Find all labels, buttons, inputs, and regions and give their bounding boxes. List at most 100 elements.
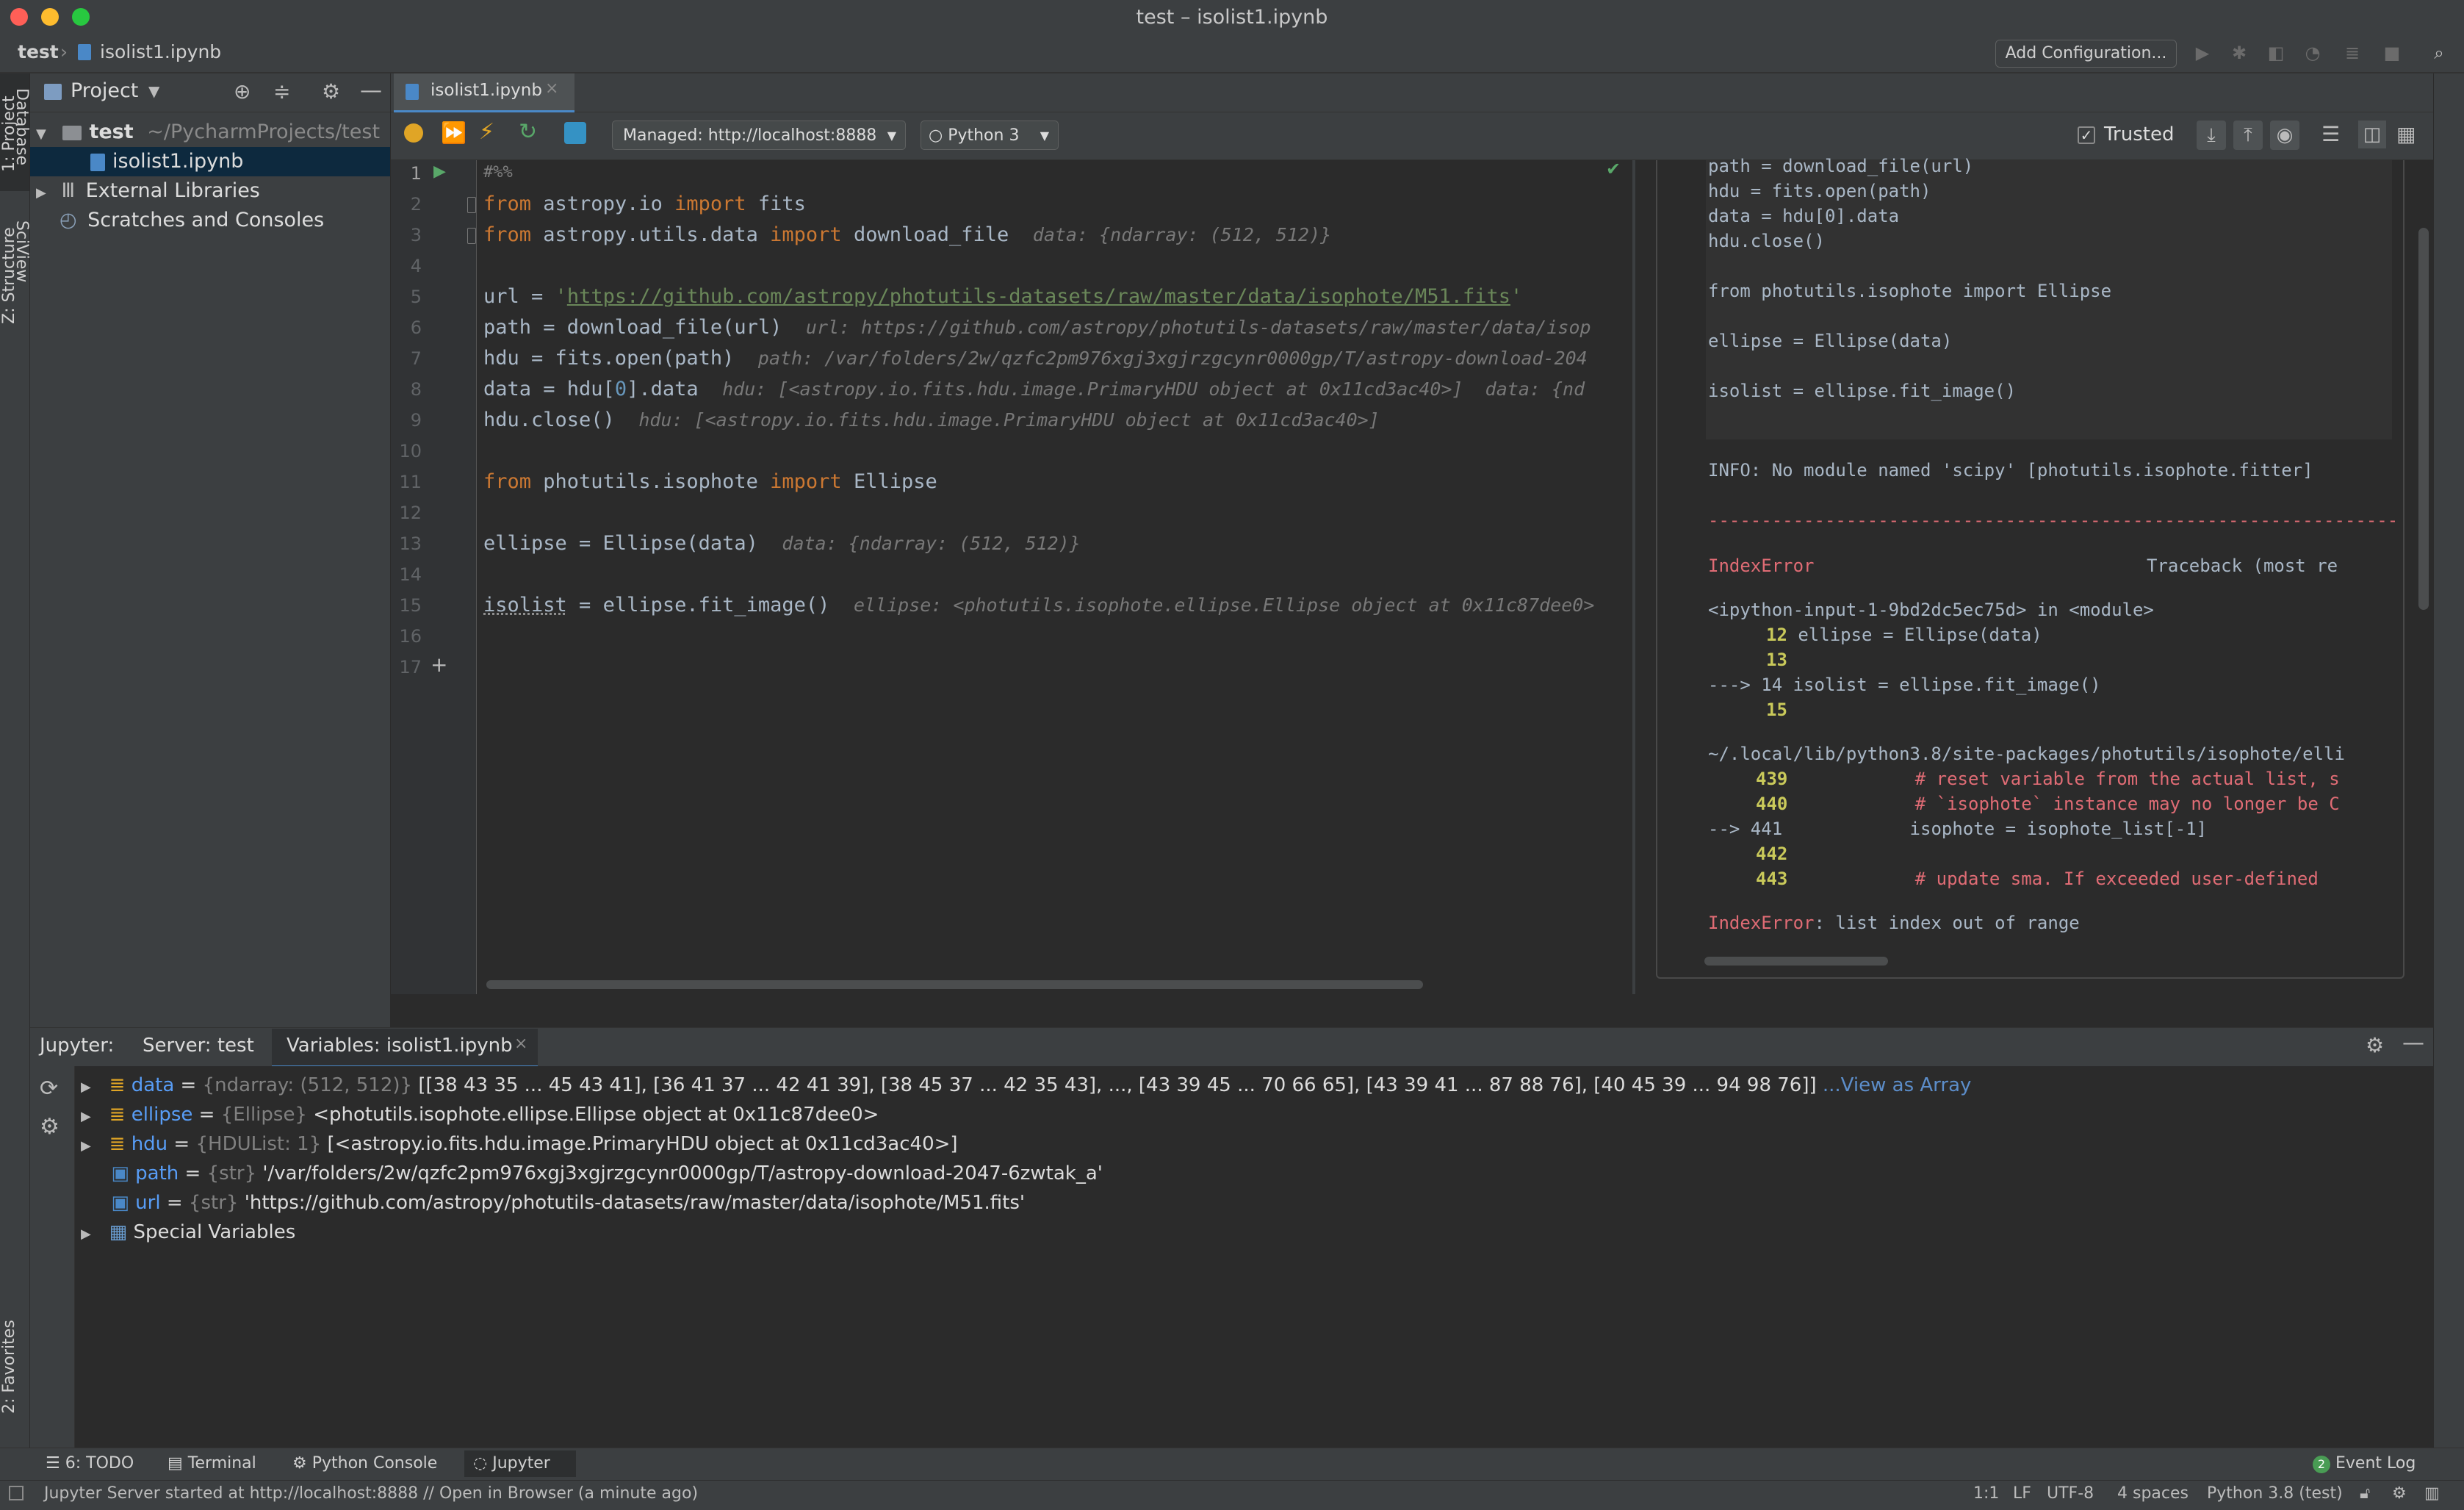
database-tool-tab[interactable]: Database	[0, 88, 31, 198]
output-arrow: --> 441	[1708, 819, 1783, 839]
lightbulb-icon[interactable]	[404, 123, 423, 143]
variable-row-ellipse[interactable]: ▶ ≣ ellipse = {Ellipse} <photutils.isoph…	[81, 1104, 879, 1126]
preview-icon[interactable]: ◉	[2270, 121, 2299, 150]
chevron-right-icon[interactable]: ▶	[81, 1109, 91, 1124]
server-tab[interactable]: Server: test	[143, 1035, 254, 1057]
variable-row-hdu[interactable]: ▶ ≣ hdu = {HDUList: 1} [<astropy.io.fits…	[81, 1133, 958, 1155]
variable-row-url[interactable]: ▣ url = {str} 'https://github.com/astrop…	[81, 1192, 1025, 1214]
add-configuration-button[interactable]: Add Configuration...	[1995, 40, 2177, 68]
jupyter-server-icon[interactable]	[564, 122, 586, 144]
python-icon: ⚙	[292, 1454, 307, 1473]
splitter[interactable]	[1632, 160, 1635, 994]
line-separator[interactable]: LF	[2013, 1484, 2031, 1503]
hide-panel-icon[interactable]: —	[2402, 1030, 2424, 1056]
chevron-right-icon[interactable]: ▶	[36, 185, 46, 201]
gear-icon[interactable]: ⚙	[2366, 1033, 2384, 1057]
close-tab-icon[interactable]: ×	[545, 79, 558, 98]
editor-horizontal-scrollbar[interactable]	[486, 980, 1423, 989]
stop-icon[interactable]: ■	[2382, 43, 2402, 63]
fold-marker-icon[interactable]	[467, 197, 476, 213]
variable-name: url	[135, 1192, 161, 1214]
chevron-right-icon[interactable]: ▶	[81, 1226, 91, 1242]
lock-icon[interactable]: 🔓︎	[2360, 1484, 2370, 1503]
notebook-file-icon	[78, 44, 91, 60]
collapse-all-icon[interactable]: ≑	[273, 79, 290, 104]
output-horizontal-scrollbar[interactable]	[1704, 957, 1888, 966]
chevron-down-icon[interactable]: ▼	[36, 126, 46, 142]
event-log-tab[interactable]: 2 Event Log	[2313, 1450, 2416, 1477]
gear-icon[interactable]: ⚙	[322, 79, 340, 104]
name: fits	[746, 193, 806, 215]
server-combo[interactable]: Managed: http://localhost:8888 ▼	[612, 121, 906, 150]
variable-type: {str}	[188, 1192, 239, 1214]
tool-windows-icon[interactable]	[9, 1486, 24, 1500]
editor-only-icon[interactable]: ☰	[2321, 122, 2340, 146]
breadcrumb-project[interactable]: test	[18, 41, 59, 62]
locate-icon[interactable]: ⊕	[234, 79, 251, 104]
git-icon[interactable]: ⚙	[2392, 1484, 2407, 1503]
view-as-array-link[interactable]: ...View as Array	[1823, 1074, 1972, 1096]
tree-root-test[interactable]: ▼ test ~/PycharmProjects/test	[30, 118, 390, 147]
url-string[interactable]: https://github.com/astropy/photutils-dat…	[567, 285, 1510, 308]
status-message[interactable]: Jupyter Server started at http://localho…	[44, 1484, 698, 1503]
run-all-icon[interactable]: ⏩	[441, 121, 466, 145]
favorites-tool-tab[interactable]: 2: Favorites	[0, 1301, 29, 1433]
output-vertical-scrollbar[interactable]	[2418, 228, 2429, 610]
tree-item-isolist1[interactable]: isolist1.ipynb	[30, 147, 390, 176]
tree-item-scratches[interactable]: ◴ Scratches and Consoles	[30, 206, 390, 235]
hide-panel-icon[interactable]: —	[360, 78, 382, 104]
breadcrumb-file[interactable]: isolist1.ipynb	[100, 41, 221, 62]
variable-row-special[interactable]: ▶ ▦ Special Variables	[81, 1221, 295, 1243]
file-encoding[interactable]: UTF-8	[2047, 1484, 2094, 1503]
run-cell-icon[interactable]: ⚡	[479, 119, 494, 145]
run-icon[interactable]: ▶	[2192, 43, 2213, 63]
move-cell-down-icon[interactable]: ⤓	[2197, 121, 2226, 150]
search-icon[interactable]: ⌕	[2429, 43, 2449, 63]
variable-value: [[38 43 35 ... 45 43 41], [36 41 37 ... …	[418, 1074, 1817, 1096]
refresh-icon[interactable]: ⟳	[40, 1076, 58, 1101]
debug-icon[interactable]: ✱	[2229, 43, 2249, 63]
scratches-icon: ◴	[60, 209, 77, 231]
tree-item-external-libraries[interactable]: ▶ Ⅲ External Libraries	[30, 176, 390, 206]
preview-only-icon[interactable]: ▦	[2396, 122, 2416, 146]
add-cell-icon[interactable]: +	[431, 652, 447, 677]
chevron-right-icon[interactable]: ▶	[81, 1138, 91, 1154]
variable-row-path[interactable]: ▣ path = {str} '/var/folders/2w/qzfc2pm9…	[81, 1162, 1103, 1184]
coverage-icon[interactable]: ◧	[2266, 43, 2286, 63]
python-interpreter[interactable]: Python 3.8 (test)	[2207, 1484, 2343, 1503]
inline-hint: url: https://github.com/astropy/photutil…	[805, 317, 1591, 338]
python-console-tab[interactable]: ⚙ Python Console	[292, 1450, 437, 1477]
move-cell-up-icon[interactable]: ⤒	[2233, 121, 2263, 150]
indent-setting[interactable]: 4 spaces	[2117, 1484, 2189, 1503]
name: download_file	[841, 223, 1009, 246]
terminal-tab[interactable]: ▤ Terminal	[167, 1450, 256, 1477]
sciview-tool-tab[interactable]: SciView	[0, 220, 31, 316]
output-source-line: isolist = ellipse.fit_image()	[1708, 381, 2017, 401]
variable-row-data[interactable]: ▶ ≣ data = {ndarray: (512, 512)} [[38 43…	[81, 1074, 1971, 1096]
kernel-combo[interactable]: ○ Python 3 ▼	[921, 121, 1059, 150]
output-line: 12 ellipse = Ellipse(data)	[1766, 625, 2042, 645]
project-view-title[interactable]: Project	[71, 79, 138, 102]
todo-tab[interactable]: ☰ 6: TODO	[46, 1450, 134, 1477]
run-cell-gutter-icon[interactable]: ▶	[433, 162, 446, 181]
concurrency-icon[interactable]: ≣	[2342, 43, 2363, 63]
settings-icon[interactable]: ⚙	[40, 1114, 60, 1140]
variable-name: hdu	[131, 1133, 168, 1155]
close-tab-icon[interactable]: ×	[514, 1035, 527, 1053]
split-view-icon[interactable]: ◫	[2358, 121, 2386, 148]
editor-tab-isolist1[interactable]: isolist1.ipynb ×	[394, 73, 574, 113]
chevron-down-icon: ▼	[1040, 129, 1049, 143]
variables-tab[interactable]: Variables: isolist1.ipynb ×	[272, 1029, 538, 1068]
restart-kernel-icon[interactable]: ↻	[519, 119, 537, 145]
tree-item-label: External Libraries	[85, 179, 260, 202]
cursor-position[interactable]: 1:1	[1973, 1484, 1999, 1503]
line-number: 13	[399, 533, 422, 554]
trusted-checkbox[interactable]: ✓	[2078, 126, 2095, 144]
memory-icon[interactable]: ▥	[2424, 1484, 2440, 1503]
trusted-label: Trusted	[2104, 123, 2175, 145]
fold-marker-icon[interactable]	[467, 228, 476, 244]
chevron-right-icon[interactable]: ▶	[81, 1079, 91, 1095]
chevron-down-icon[interactable]: ▼	[148, 82, 159, 100]
profile-icon[interactable]: ◔	[2302, 43, 2323, 63]
jupyter-tab[interactable]: ◌ Jupyter	[464, 1450, 576, 1477]
